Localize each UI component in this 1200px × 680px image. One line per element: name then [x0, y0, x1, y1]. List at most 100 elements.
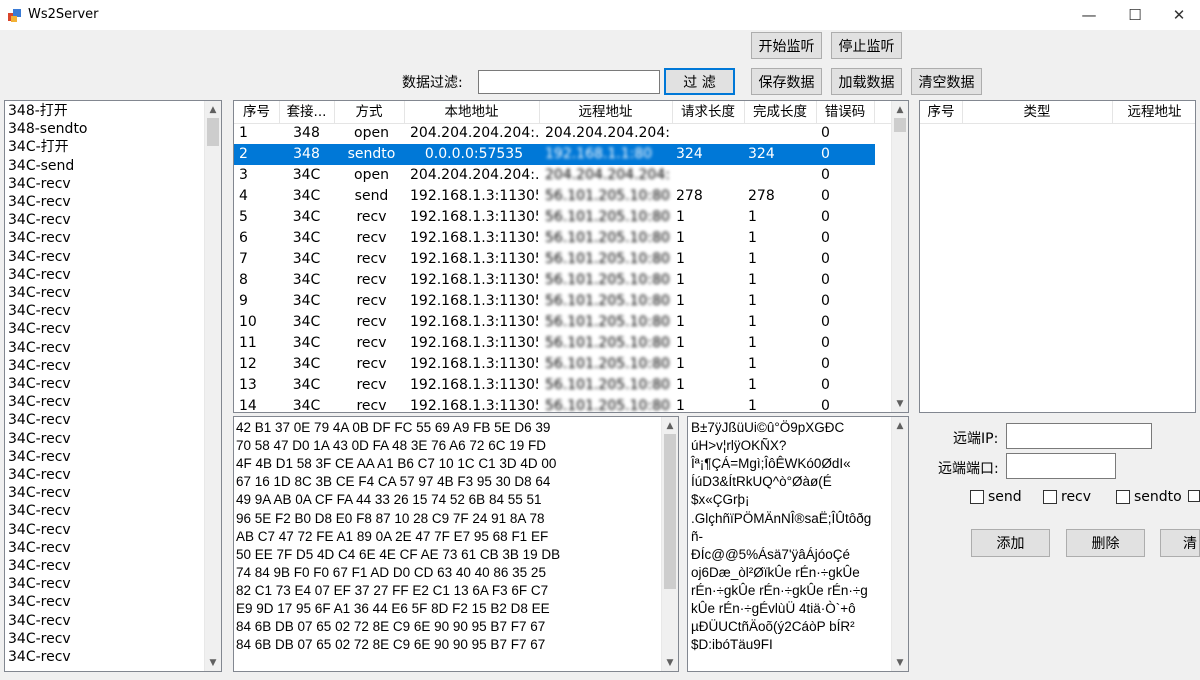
check-recv[interactable]: recv [1043, 489, 1091, 505]
list-item[interactable]: 34C-recv [8, 648, 71, 666]
table-row[interactable]: 7 34C recv 192.168.1.3:11305 56.101.205.10:8… [234, 249, 875, 270]
hex-view[interactable]: 42 B1 37 0E 79 4A 0B DF FC 55 69 A9 FB 5… [233, 416, 679, 672]
table-row[interactable]: 8 34C recv 192.168.1.3:11305 56.101.205.10:8… [234, 270, 875, 291]
load-data-button[interactable]: 加载数据 [831, 68, 902, 95]
list-item[interactable]: 34C-recv [8, 448, 71, 466]
col-socket[interactable]: 套接... [279, 101, 335, 123]
minimize-button[interactable]: — [1066, 0, 1112, 30]
ascii-view[interactable]: B±7ÿJßüUi©û°Ö9pXGÐC úH>v¦rlÿOKÑX? Îª¡¶ÇÁ=M… [687, 416, 909, 672]
scroll-up-icon[interactable]: ▲ [892, 101, 908, 118]
list-item[interactable]: 34C-recv [8, 302, 71, 320]
list-item[interactable]: 34C-recv [8, 229, 71, 247]
packet-table-scrollbar[interactable]: ▲ ▼ [891, 101, 908, 412]
clear-data-button[interactable]: 清空数据 [911, 68, 982, 95]
scroll-up-icon[interactable]: ▲ [205, 101, 221, 118]
maximize-button[interactable]: ☐ [1112, 0, 1158, 30]
list-item[interactable]: 34C-recv [8, 375, 71, 393]
extra-checkbox[interactable] [1188, 490, 1200, 502]
list-item[interactable]: 34C-recv [8, 357, 71, 375]
table-row[interactable]: 3 34C open 204.204.204.204:... 204.204.204.2… [234, 165, 875, 186]
packet-table[interactable]: 序号 套接... 方式 本地地址 远程地址 请求长度 完成长度 错误码 1 348 open 204… [233, 100, 909, 413]
col-done-len[interactable]: 完成长度 [744, 101, 817, 123]
save-data-button[interactable]: 保存数据 [751, 68, 822, 95]
table-row[interactable]: 6 34C recv 192.168.1.3:11305 56.101.205.10:8… [234, 228, 875, 249]
table-row[interactable]: 11 34C recv 192.168.1.3:11305 56.101.205.10:… [234, 333, 875, 354]
rule-col-remote[interactable]: 远程地址 [1112, 101, 1195, 123]
start-listen-button[interactable]: 开始监听 [751, 32, 822, 59]
ascii-view-scrollbar[interactable]: ▲ ▼ [891, 417, 908, 671]
scroll-down-icon[interactable]: ▼ [205, 654, 221, 671]
operation-list[interactable]: 348-打开 348-sendto 34C-打开 34C-send 34C-recv 34… [4, 100, 222, 672]
list-item[interactable]: 34C-recv [8, 175, 71, 193]
list-item[interactable]: 34C-recv [8, 284, 71, 302]
list-item[interactable]: 348-打开 [8, 102, 68, 120]
col-req-len[interactable]: 请求长度 [672, 101, 745, 123]
list-item[interactable]: 34C-recv [8, 557, 71, 575]
table-row[interactable]: 5 34C recv 192.168.1.3:11305 56.101.205.10:8… [234, 207, 875, 228]
check-send[interactable]: send [970, 489, 1022, 505]
list-item[interactable]: 34C-recv [8, 484, 71, 502]
recv-checkbox[interactable] [1043, 490, 1057, 504]
check-sendto[interactable]: sendto [1116, 489, 1182, 505]
left-list-scrollbar[interactable]: ▲ ▼ [204, 101, 221, 671]
list-item[interactable]: 34C-recv [8, 466, 71, 484]
list-item[interactable]: 34C-recv [8, 211, 71, 229]
list-item[interactable]: 34C-recv [8, 575, 71, 593]
rule-col-index[interactable]: 序号 [920, 101, 963, 123]
list-item[interactable]: 34C-recv [8, 411, 71, 429]
list-item[interactable]: 34C-recv [8, 266, 71, 284]
list-item[interactable]: 34C-recv [8, 593, 71, 611]
col-local-addr[interactable]: 本地地址 [404, 101, 540, 123]
table-row[interactable]: 10 34C recv 192.168.1.3:11305 56.101.205.10:… [234, 312, 875, 333]
remote-ip-input[interactable] [1006, 423, 1152, 449]
sendto-checkbox[interactable] [1116, 490, 1130, 504]
list-item[interactable]: 34C-recv [8, 539, 71, 557]
list-item[interactable]: 34C-recv [8, 630, 71, 648]
col-index[interactable]: 序号 [234, 101, 280, 123]
filter-input[interactable] [478, 70, 660, 94]
list-item[interactable]: 34C-recv [8, 521, 71, 539]
send-checkbox[interactable] [970, 490, 984, 504]
table-row[interactable]: 4 34C send 192.168.1.3:11305 56.101.205.10:8… [234, 186, 875, 207]
list-item[interactable]: 34C-recv [8, 393, 71, 411]
scroll-down-icon[interactable]: ▼ [662, 654, 678, 671]
list-item[interactable]: 34C-recv [8, 339, 71, 357]
delete-rule-button[interactable]: 删除 [1066, 529, 1145, 557]
ascii-line: ÍúD3&ÍtRkUQ^ò°Øàø(É [691, 474, 832, 490]
col-error[interactable]: 错误码 [816, 101, 875, 123]
scroll-thumb[interactable] [207, 118, 219, 146]
table-row[interactable]: 12 34C recv 192.168.1.3:11305 56.101.205.10:… [234, 354, 875, 375]
list-item[interactable]: 348-sendto [8, 120, 88, 138]
stop-listen-button[interactable]: 停止监听 [831, 32, 902, 59]
table-row[interactable]: 14 34C recv 192.168.1.3:11305 56.101.205.10:… [234, 396, 875, 412]
scroll-up-icon[interactable]: ▲ [892, 417, 908, 434]
add-rule-button[interactable]: 添加 [971, 529, 1050, 557]
col-remote-addr[interactable]: 远程地址 [539, 101, 673, 123]
scroll-thumb[interactable] [664, 434, 676, 589]
close-button[interactable]: ✕ [1156, 0, 1200, 30]
table-row[interactable]: 2 348 sendto 0.0.0.0:57535 192.168.1.1:80 324… [234, 144, 875, 165]
list-item[interactable]: 34C-recv [8, 248, 71, 266]
list-item[interactable]: 34C-recv [8, 193, 71, 211]
scroll-thumb[interactable] [894, 118, 906, 132]
scroll-up-icon[interactable]: ▲ [662, 417, 678, 434]
hex-view-scrollbar[interactable]: ▲ ▼ [661, 417, 678, 671]
remote-port-input[interactable] [1006, 453, 1116, 479]
list-item[interactable]: 34C-打开 [8, 138, 69, 156]
table-row[interactable]: 9 34C recv 192.168.1.3:11305 56.101.205.10:8… [234, 291, 875, 312]
list-item[interactable]: 34C-recv [8, 502, 71, 520]
list-item[interactable]: 34C-recv [8, 320, 71, 338]
list-item[interactable]: 34C-recv [8, 612, 71, 630]
scroll-down-icon[interactable]: ▼ [892, 654, 908, 671]
col-method[interactable]: 方式 [334, 101, 405, 123]
sendto-check-label: sendto [1134, 489, 1182, 505]
rule-col-type[interactable]: 类型 [962, 101, 1113, 123]
filter-button[interactable]: 过 滤 [664, 68, 735, 95]
table-row[interactable]: 13 34C recv 192.168.1.3:11305 56.101.205.10:… [234, 375, 875, 396]
clear-rules-button[interactable]: 清 [1160, 529, 1200, 557]
table-row[interactable]: 1 348 open 204.204.204.204:... 204.204.204.2… [234, 123, 875, 144]
list-item[interactable]: 34C-send [8, 157, 74, 175]
scroll-down-icon[interactable]: ▼ [892, 395, 908, 412]
filter-rule-table[interactable]: 序号 类型 远程地址 [919, 100, 1196, 413]
list-item[interactable]: 34C-recv [8, 430, 71, 448]
